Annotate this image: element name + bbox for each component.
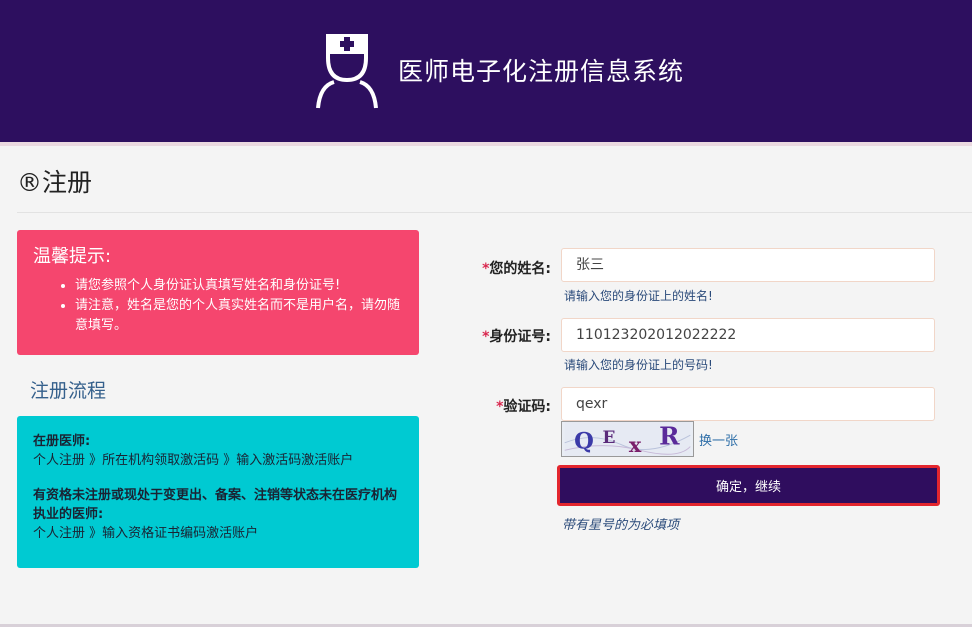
captcha-char: R: [659, 422, 680, 451]
tip-item: 请注意，姓名是您的个人真实姓名而不是用户名，请勿随意填写。: [75, 296, 403, 336]
tip-item: 请您参照个人身份证认真填写姓名和身份证号!: [75, 276, 403, 296]
captcha-image[interactable]: Q E x R: [561, 421, 694, 457]
site-header: 医师电子化注册信息系统: [0, 0, 972, 142]
id-number-input[interactable]: 110123202012022222: [561, 318, 935, 352]
required-note: 带有星号的为必填项: [562, 518, 680, 533]
flow-section1-steps: 个人注册 》所在机构领取激活码 》输入激活码激活账户: [33, 453, 354, 468]
header-accent-strip: [0, 142, 972, 146]
captcha-char: x: [629, 432, 642, 457]
site-title: 医师电子化注册信息系统: [398, 57, 685, 86]
flow-section2-title: 有资格未注册或现处于变更出、备案、注销等状态未在医疗机构执业的医师:: [33, 488, 398, 522]
title-divider: [17, 212, 972, 213]
name-label-text: 您的姓名:: [489, 261, 551, 277]
id-label: *身份证号:: [431, 326, 551, 346]
name-label: *您的姓名:: [431, 258, 551, 278]
tips-panel: 温馨提示: 请您参照个人身份证认真填写姓名和身份证号! 请注意，姓名是您的个人真…: [17, 230, 419, 355]
tips-list: 请您参照个人身份证认真填写姓名和身份证号! 请注意，姓名是您的个人真实姓名而不是…: [33, 276, 403, 336]
captcha-label-text: 验证码:: [503, 399, 551, 415]
id-label-text: 身份证号:: [489, 329, 551, 345]
captcha-char: E: [602, 428, 615, 448]
captcha-char: Q: [574, 428, 594, 454]
flow-section2-steps: 个人注册 》输入资格证书编码激活账户: [33, 526, 259, 541]
captcha-label: *验证码:: [431, 396, 551, 416]
doctor-nurse-icon: [316, 34, 378, 109]
flow-heading: 注册流程: [30, 380, 107, 402]
name-input[interactable]: 张三: [561, 248, 935, 282]
flow-panel: 在册医师: 个人注册 》所在机构领取激活码 》输入激活码激活账户 有资格未注册或…: [17, 416, 419, 568]
id-hint: 请输入您的身份证上的号码!: [564, 358, 713, 372]
refresh-captcha-link[interactable]: 换一张: [699, 430, 738, 449]
tips-title: 温馨提示:: [33, 246, 112, 267]
flow-section1-title: 在册医师:: [33, 434, 91, 449]
page-title: ®注册: [17, 168, 93, 197]
name-hint: 请输入您的身份证上的姓名!: [564, 289, 713, 303]
submit-button[interactable]: 确定，继续: [557, 465, 940, 506]
captcha-input[interactable]: qexr: [561, 387, 935, 421]
